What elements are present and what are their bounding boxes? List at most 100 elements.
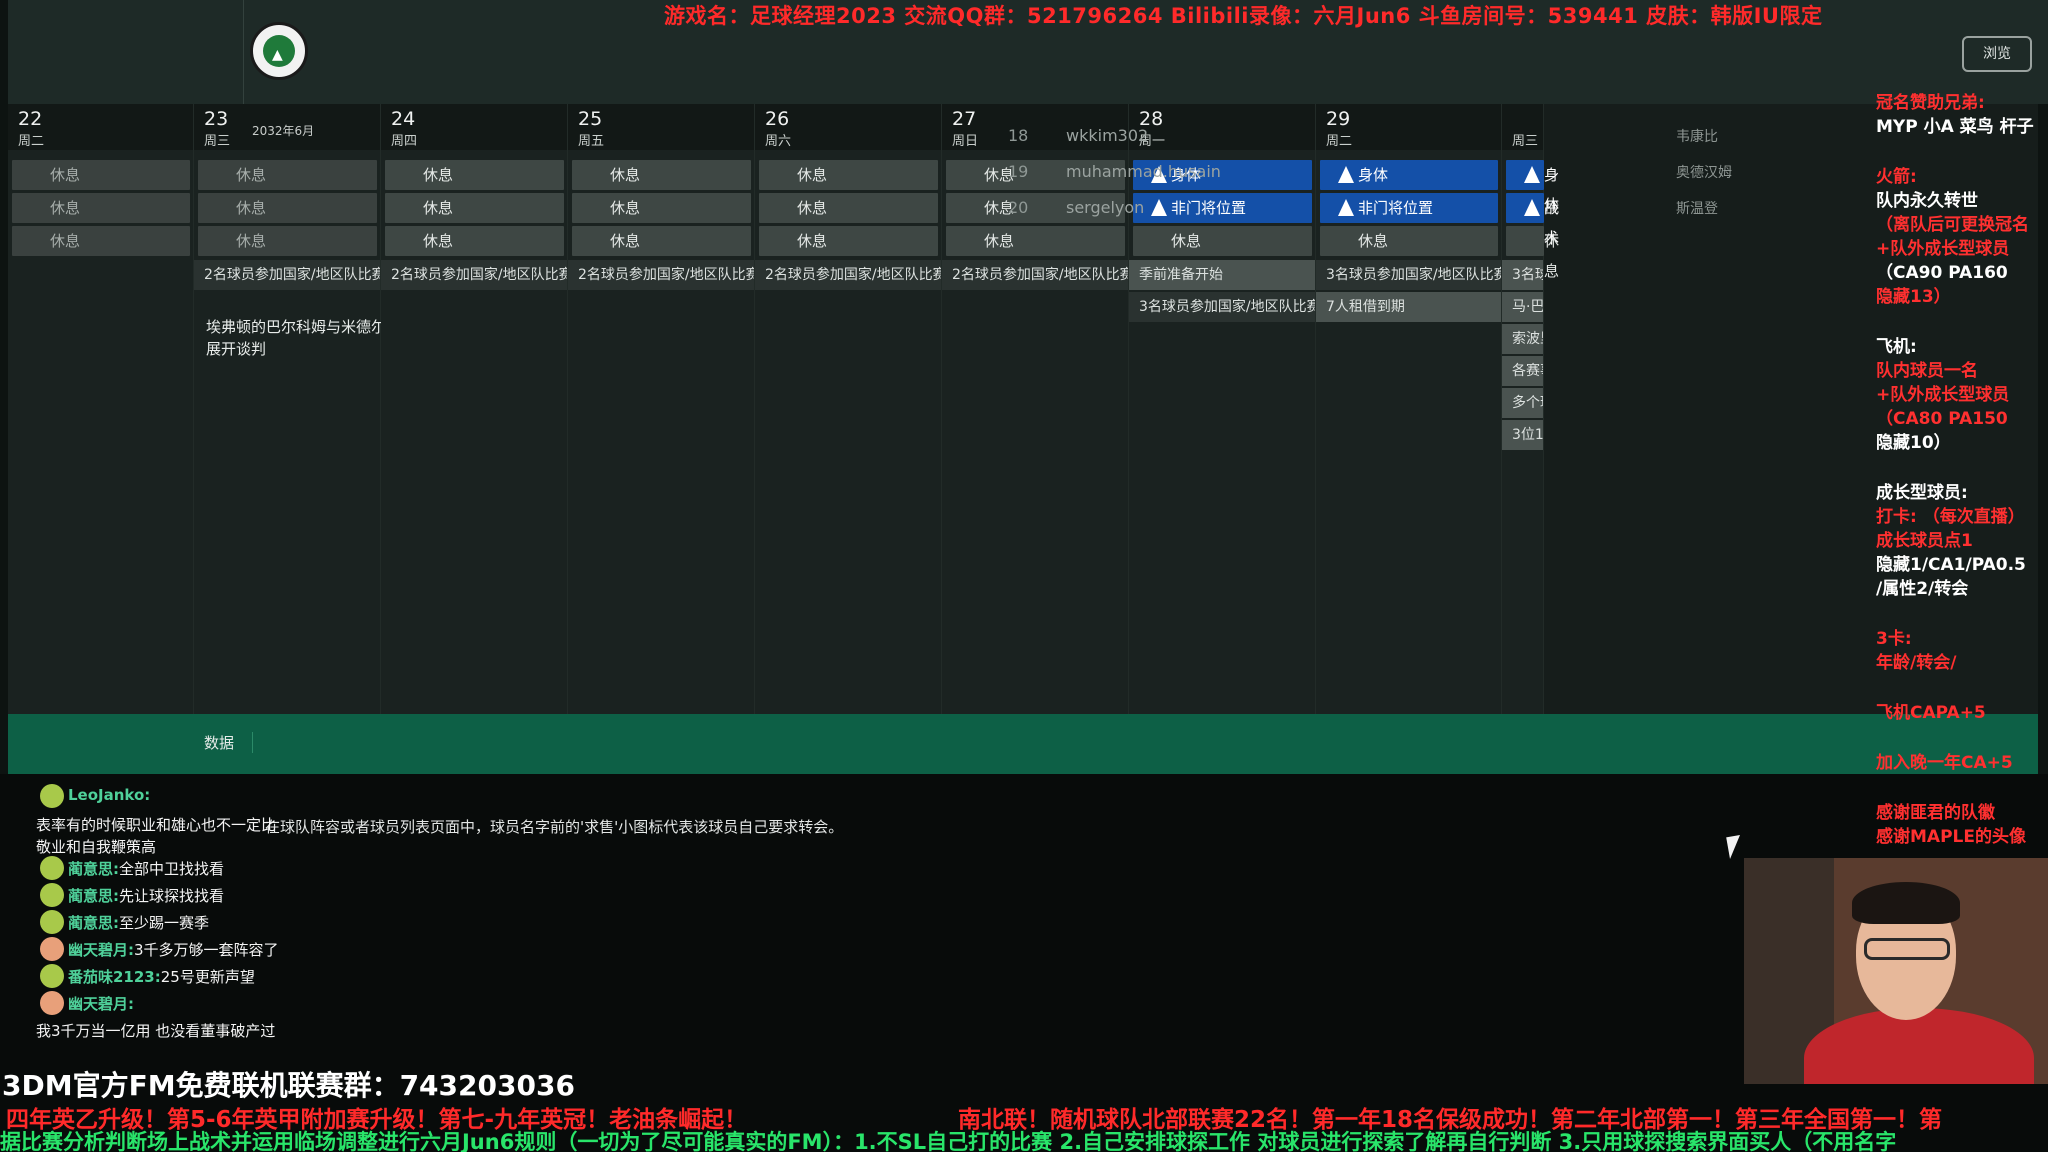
training-slot[interactable]: 休息: [759, 193, 938, 223]
training-slot[interactable]: 休息: [198, 226, 377, 256]
calendar-event[interactable]: 2名球员参加国家/地区队比赛: [568, 260, 754, 290]
browse-button[interactable]: 浏览: [1962, 36, 2032, 72]
training-slot[interactable]: 休息: [385, 226, 564, 256]
day-header[interactable]: 24 周四: [381, 104, 567, 150]
club-logo[interactable]: ▲: [250, 22, 308, 80]
chat-text: 我3千万当一亿用 也没看董事破产过: [36, 1022, 276, 1040]
training-slot[interactable]: 休息: [198, 193, 377, 223]
chat-text: 全部中卫找找看: [119, 860, 225, 878]
calendar-event[interactable]: 季前准备开始: [1129, 260, 1315, 290]
day-weekday: 周二: [18, 134, 45, 149]
training-slot-label: 休息: [236, 166, 267, 184]
chat-message: 表率有的时候职业和雄心也不一定比: [36, 814, 276, 835]
day-weekday: 周日: [952, 134, 979, 149]
training-slot[interactable]: 休息: [572, 160, 751, 190]
chat-username: 蔺意思:: [68, 914, 119, 932]
chat-username: 蔺意思:: [68, 860, 119, 878]
calendar-event[interactable]: 各赛事的租: [1502, 356, 1543, 386]
training-slot[interactable]: 休息: [572, 193, 751, 223]
training-slot-label: 休息: [984, 232, 1015, 250]
stream-title: 游戏名：足球经理2023 交流QQ群：521796264 Bilibili录像：…: [664, 4, 1823, 28]
training-slot[interactable]: 休息: [385, 193, 564, 223]
donor-line: 隐藏13）: [1876, 287, 1951, 307]
leaderboard-club: 奥德汉姆: [1676, 165, 1732, 181]
day-header[interactable]: 26 周六: [755, 104, 941, 150]
training-slot[interactable]: 休息: [12, 193, 190, 223]
chat-message: 幽天碧月:: [40, 991, 134, 1015]
streamer-jacket: [1804, 1008, 2034, 1084]
chat-message: 敬业和自我鞭策高: [36, 836, 156, 857]
day-weekday: 周五: [578, 134, 605, 149]
chat-avatar: [40, 784, 64, 808]
chat-avatar: [40, 883, 64, 907]
day-header[interactable]: 22 周二: [8, 104, 193, 150]
training-slot-label: 休息: [797, 232, 828, 250]
training-slot[interactable]: 休息: [198, 160, 377, 190]
calendar-event[interactable]: 3名球员参: [1502, 260, 1543, 290]
donor-line: 队内球员一名: [1876, 361, 1978, 381]
chat-message: 幽天碧月:3千多万够一套阵容了: [40, 937, 279, 961]
leaderboard-rank: 20: [1008, 198, 1029, 217]
training-slot-label: 休息: [610, 232, 641, 250]
training-slot[interactable]: 休息: [759, 160, 938, 190]
leaderboard-name: sergelyon: [1066, 198, 1145, 217]
calendar-event[interactable]: 7人租借到期: [1316, 292, 1501, 322]
training-slot-label: 休息: [797, 199, 828, 217]
calendar-event[interactable]: 2名球员参加国家/地区队比赛: [381, 260, 567, 290]
donor-line: （CA80 PA150: [1876, 409, 2008, 429]
glasses: [1864, 938, 1950, 960]
training-slot-label: 休息: [50, 166, 81, 184]
training-slot-label: 休息: [797, 166, 828, 184]
calendar-event[interactable]: 索波里夫合: [1502, 324, 1543, 354]
chat-text: 至少踢一赛季: [119, 914, 210, 932]
league-group-banner: 3DM官方FM免费联机联赛群：743203036: [2, 1069, 575, 1102]
calendar-event[interactable]: 2名球员参加国家/地区队比赛: [942, 260, 1128, 290]
chat-message: 蔺意思:至少踢一赛季: [40, 910, 210, 934]
sidebar-header: [8, 0, 244, 104]
calendar-event[interactable]: 3位16岁以: [1502, 420, 1543, 450]
calendar-event[interactable]: 2名球员参加国家/地区队比赛: [194, 260, 380, 290]
calendar-event[interactable]: 多个球员将: [1502, 388, 1543, 418]
donor-line: （CA90 PA160: [1876, 263, 2008, 283]
donor-line: 成长球员点1: [1876, 531, 1973, 551]
donor-line: 隐藏1/CA1/PA0.5: [1876, 555, 2026, 575]
training-slot-label: 休息: [610, 199, 641, 217]
donor-line: 火箭:: [1876, 167, 1917, 187]
leaderboard-rank: 18: [1008, 126, 1029, 145]
training-slot[interactable]: 休息: [385, 160, 564, 190]
chat-username: 幽天碧月:: [68, 941, 134, 959]
calendar-event[interactable]: 2名球员参加国家/地区队比赛: [755, 260, 941, 290]
training-slot[interactable]: 休息: [572, 226, 751, 256]
day-number: 26: [765, 108, 790, 130]
donor-line: 成长型球员:: [1876, 483, 1968, 503]
calendar-event[interactable]: 3名球员参加国家/地区队比赛: [1129, 292, 1315, 322]
chat-avatar: [40, 910, 64, 934]
donor-line: 隐藏10）: [1876, 433, 1951, 453]
game-tip: 在球队阵容或者球员列表页面中，球员名字前的'求售'小图标代表该球员自己要求转会。: [265, 818, 844, 836]
chat-message: LeoJanko:: [40, 784, 150, 808]
day-header[interactable]: 25 周五: [568, 104, 754, 150]
training-slot-label: 休息: [236, 199, 267, 217]
day-weekday: 周六: [765, 134, 792, 149]
calendar-event[interactable]: 马·巴尔穆: [1502, 292, 1543, 322]
day-column: 23 周三 2032年6月 休息 休息 休息 2名球员参加国家/地区队比赛 埃弗顿的巴尔科姆与…: [194, 104, 424, 714]
bird-icon: ▲: [272, 47, 283, 63]
training-slot-label: 休息: [50, 232, 81, 250]
training-slot-label: 休息: [423, 232, 454, 250]
day-column: 26 周六 休息 休息 休息 2名球员参加国家/地区队比赛: [755, 104, 942, 714]
calendar-event[interactable]: 3名球员参加国家/地区队比赛: [1316, 260, 1501, 290]
leaderboard-row: 18 wkkim302 韦康比: [990, 126, 1750, 162]
day-column: 24 周四 休息 休息 休息 2名球员参加国家/地区队比赛: [381, 104, 568, 714]
training-slot[interactable]: 休息: [12, 160, 190, 190]
tab-data[interactable]: 数据: [204, 732, 254, 753]
training-slot[interactable]: 休息: [759, 226, 938, 256]
training-slot-label: 休息: [423, 199, 454, 217]
chat-avatar: [40, 856, 64, 880]
training-slot[interactable]: 休息: [12, 226, 190, 256]
webcam-feed: [1744, 858, 2048, 1084]
day-header[interactable]: 23 周三 2032年6月: [194, 104, 424, 150]
donor-line: 飞机CAPA+5: [1876, 703, 1986, 723]
day-number: 25: [578, 108, 603, 130]
day-number: 23: [204, 108, 229, 130]
donor-line: 加入晚一年CA+5: [1876, 753, 2013, 773]
